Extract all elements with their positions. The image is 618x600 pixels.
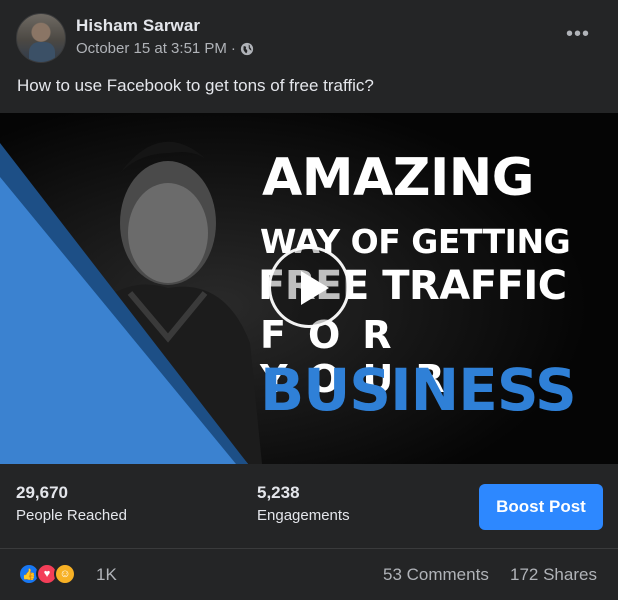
post-timestamp[interactable]: October 15 at 3:51 PM (76, 40, 227, 57)
more-options-button[interactable]: ••• (566, 24, 590, 44)
headline-line-1: AMAZING (262, 148, 535, 208)
post-meta: October 15 at 3:51 PM · (76, 40, 254, 57)
reactions-summary[interactable]: 👍 ♥ ☺ (18, 563, 76, 585)
people-reached-label: People Reached (16, 507, 127, 524)
people-reached-value: 29,670 (16, 483, 68, 502)
play-icon[interactable] (268, 246, 350, 328)
post-header: Hisham Sarwar October 15 at 3:51 PM · ••… (0, 0, 618, 70)
video-player[interactable]: AMAZING WAY OF GETTING FREE TRAFFIC FOR … (0, 113, 618, 464)
care-icon: ☺ (54, 563, 76, 585)
meta-separator: · (230, 40, 236, 57)
engagements-label: Engagements (257, 507, 350, 524)
shares-count[interactable]: 172 Shares (510, 565, 597, 585)
boost-post-button[interactable]: Boost Post (479, 484, 603, 530)
comments-count[interactable]: 53 Comments (383, 565, 489, 585)
avatar[interactable] (16, 13, 66, 63)
headline-line-5: BUSINESS (260, 356, 577, 424)
author-name[interactable]: Hisham Sarwar (76, 16, 200, 36)
globe-icon[interactable] (240, 42, 254, 56)
post-text: How to use Facebook to get tons of free … (17, 76, 374, 95)
reaction-count[interactable]: 1K (96, 565, 117, 585)
divider (0, 548, 618, 549)
engagements-value: 5,238 (257, 483, 300, 502)
